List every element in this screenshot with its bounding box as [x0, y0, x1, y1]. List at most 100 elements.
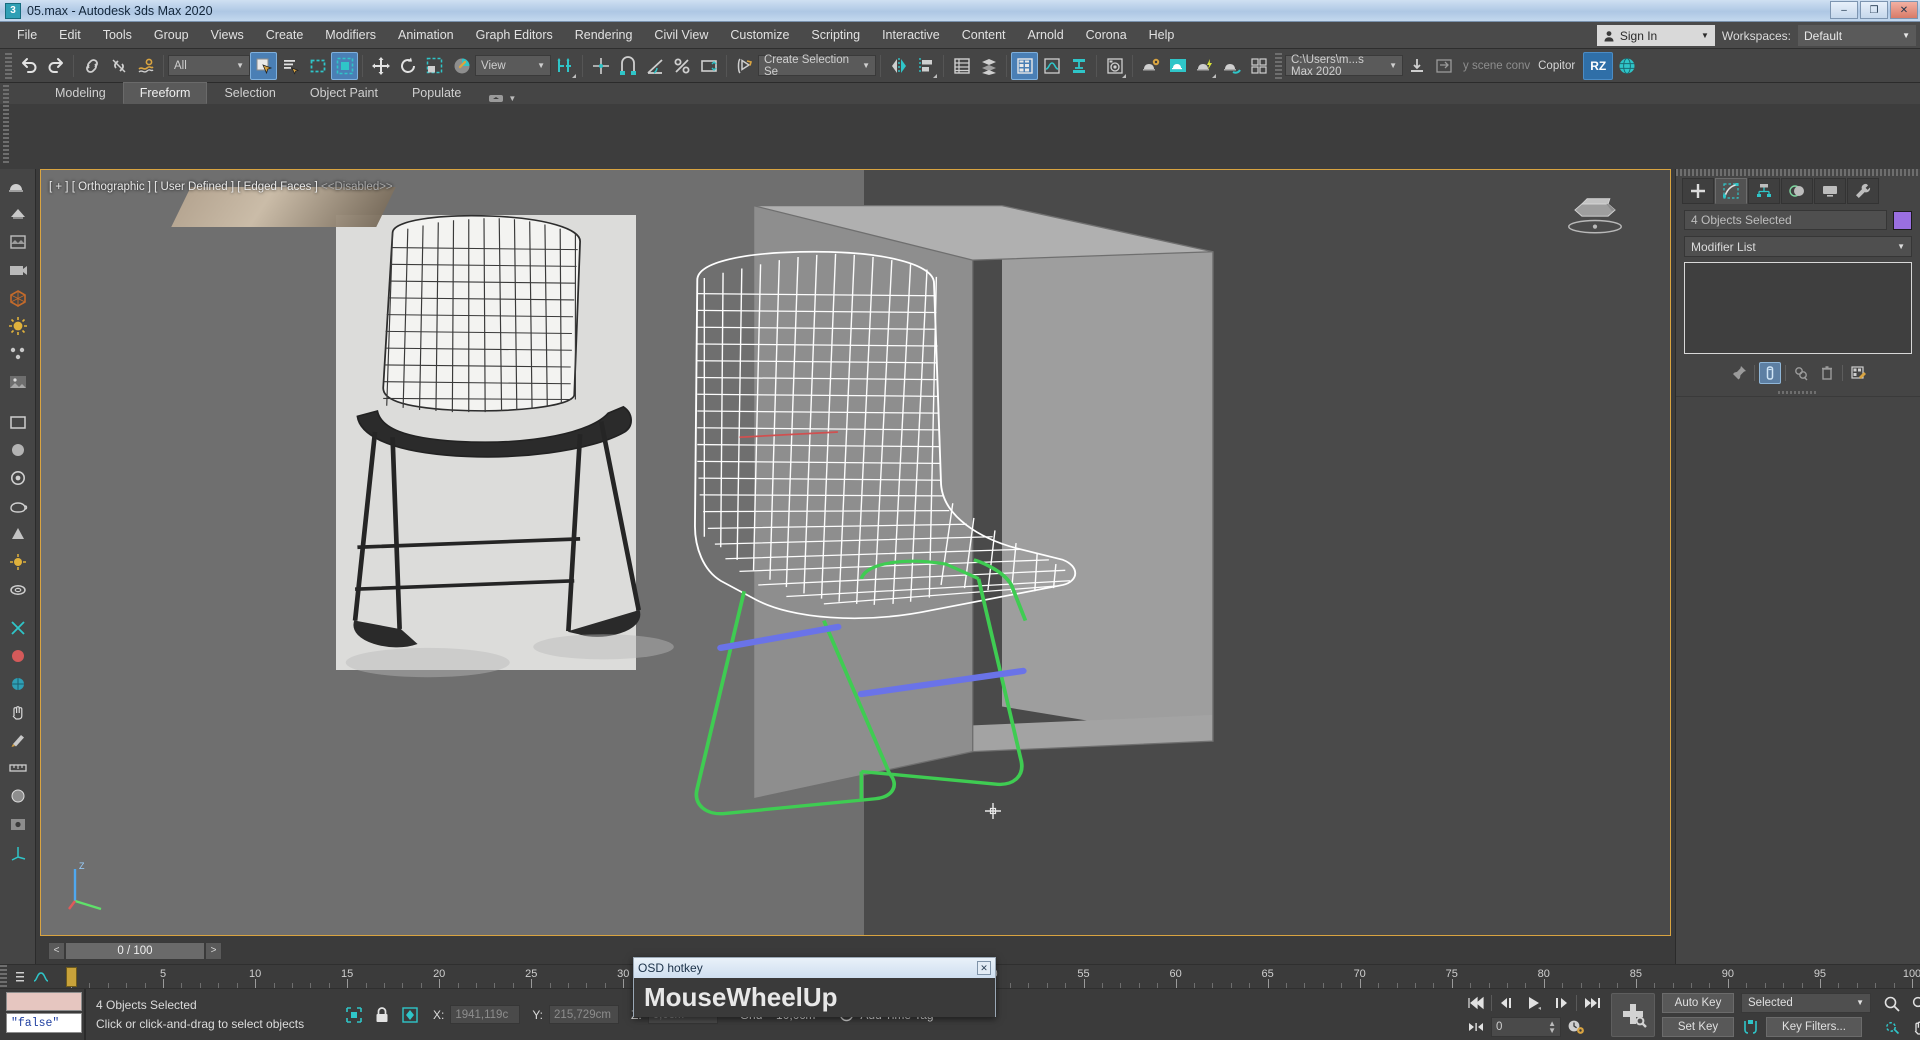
- next-frame-arrow[interactable]: >: [205, 941, 222, 960]
- configure-modifier-sets-icon[interactable]: [1847, 362, 1869, 384]
- menu-item-modifiers[interactable]: Modifiers: [314, 24, 387, 46]
- osd-close-icon[interactable]: ✕: [977, 961, 991, 975]
- maximize-button[interactable]: ❐: [1860, 1, 1888, 19]
- unlink-selection-icon[interactable]: [105, 52, 132, 80]
- redo-icon[interactable]: [42, 52, 69, 80]
- menu-item-tools[interactable]: Tools: [92, 24, 143, 46]
- teapot-primitive-icon[interactable]: [4, 493, 32, 519]
- cylinder-primitive-icon[interactable]: [4, 465, 32, 491]
- curve-icon[interactable]: [33, 970, 49, 984]
- go-to-start-icon[interactable]: [1464, 992, 1488, 1013]
- create-tab[interactable]: [1682, 178, 1714, 204]
- absolute-relative-transform-icon[interactable]: [399, 1004, 421, 1026]
- ribbon-minimize-icon[interactable]: ▼: [478, 92, 526, 104]
- toolbar-grip-right[interactable]: [1275, 52, 1282, 79]
- settings-tool-icon[interactable]: [4, 811, 32, 837]
- menu-item-file[interactable]: File: [6, 24, 48, 46]
- menu-item-civil-view[interactable]: Civil View: [643, 24, 719, 46]
- frame-slider[interactable]: < 0 / 100 >: [48, 941, 222, 960]
- listener-output[interactable]: "false": [6, 1013, 82, 1033]
- axis-tripod-icon[interactable]: [4, 839, 32, 865]
- zoom-all-icon[interactable]: [1906, 992, 1920, 1015]
- x-field[interactable]: 1941,119c: [450, 1005, 521, 1024]
- previous-frame-arrow[interactable]: <: [48, 941, 65, 960]
- isolate-selection-icon[interactable]: [343, 1004, 365, 1026]
- corona-material-icon[interactable]: [4, 229, 32, 255]
- coord-system-select[interactable]: View ▼: [475, 55, 551, 76]
- perspective-viewport[interactable]: Z [ + ] [ Orthographic ] [ User Defined …: [40, 169, 1671, 936]
- remove-modifier-icon[interactable]: [1816, 362, 1838, 384]
- pin-stack-icon[interactable]: [1728, 362, 1750, 384]
- close-button[interactable]: ✕: [1890, 1, 1918, 19]
- snaps-toggle-icon[interactable]: [614, 52, 641, 80]
- quad-render-icon[interactable]: [1245, 52, 1272, 80]
- toggle-scene-explorer-icon[interactable]: [1011, 51, 1038, 80]
- display-tab[interactable]: [1814, 178, 1846, 204]
- minimize-button[interactable]: –: [1830, 1, 1858, 19]
- project-folder-select[interactable]: C:\Users\m...s Max 2020 ▼: [1285, 54, 1403, 78]
- select-and-move-icon[interactable]: [367, 52, 394, 80]
- select-object-icon[interactable]: [250, 51, 277, 80]
- show-end-result-icon[interactable]: [1758, 362, 1781, 384]
- paint-tool-icon[interactable]: [4, 727, 32, 753]
- spinner-snap-icon[interactable]: [695, 52, 722, 80]
- command-panel-grip[interactable]: [1676, 169, 1920, 176]
- select-and-scale-icon[interactable]: [421, 52, 448, 80]
- menu-item-group[interactable]: Group: [143, 24, 200, 46]
- next-frame-icon[interactable]: [1549, 992, 1573, 1013]
- open-file-icon[interactable]: [1403, 52, 1430, 80]
- schematic-view-icon[interactable]: [1065, 52, 1092, 80]
- rendered-frame-window-icon[interactable]: [1164, 52, 1191, 80]
- rizom-uv-button[interactable]: RZ: [1583, 51, 1614, 80]
- torus-icon[interactable]: [4, 577, 32, 603]
- key-filters-button[interactable]: Key Filters...: [1766, 1017, 1862, 1038]
- previous-frame-icon[interactable]: [1495, 992, 1519, 1013]
- light-icon[interactable]: [4, 549, 32, 575]
- sign-in-button[interactable]: Sign In ▼: [1596, 25, 1715, 46]
- modifier-list-select[interactable]: Modifier List ▼: [1684, 236, 1912, 257]
- listener-input-pink[interactable]: [6, 992, 82, 1011]
- menu-item-interactive[interactable]: Interactive: [871, 24, 951, 46]
- selection-lock-icon[interactable]: [371, 1004, 393, 1026]
- box-primitive-icon[interactable]: [4, 409, 32, 435]
- window-crossing-toggle-icon[interactable]: [331, 51, 358, 80]
- cone-primitive-icon[interactable]: [4, 521, 32, 547]
- osd-hotkey-window[interactable]: OSD hotkey ✕ MouseWheelUp: [633, 957, 996, 1017]
- ribbon-tab-modeling[interactable]: Modeling: [38, 82, 123, 104]
- frame-spinner[interactable]: ▲ ▼: [1548, 1020, 1556, 1035]
- track-bar-grip[interactable]: [0, 965, 7, 988]
- named-selection-set-input[interactable]: Create Selection Se ▼: [758, 54, 876, 78]
- play-animation-icon[interactable]: [1522, 992, 1546, 1013]
- menu-item-arnold[interactable]: Arnold: [1017, 24, 1075, 46]
- maxscript-mini-listener[interactable]: "false": [0, 989, 84, 1040]
- corona-scatter-icon[interactable]: [4, 341, 32, 367]
- ribbon-tab-selection[interactable]: Selection: [207, 82, 292, 104]
- field-of-view-icon[interactable]: [1878, 1015, 1906, 1038]
- frame-display[interactable]: 0 / 100: [65, 941, 205, 960]
- command-panel-splitter[interactable]: [1676, 388, 1920, 396]
- globe-nav-icon[interactable]: [4, 783, 32, 809]
- render-production-icon[interactable]: [1191, 52, 1218, 80]
- layer-explorer-icon[interactable]: [948, 52, 975, 80]
- snap-tool-icon[interactable]: [4, 615, 32, 641]
- curve-editor-icon[interactable]: [1038, 52, 1065, 80]
- material-ball-icon[interactable]: [4, 643, 32, 669]
- align-icon[interactable]: [912, 52, 939, 80]
- select-by-name-icon[interactable]: [277, 52, 304, 80]
- workspace-select[interactable]: Default ▼: [1798, 25, 1916, 46]
- sphere-primitive-icon[interactable]: [4, 437, 32, 463]
- object-color-swatch[interactable]: [1893, 210, 1912, 230]
- edit-named-selection-sets-icon[interactable]: [731, 52, 758, 80]
- set-key-big-button[interactable]: [1611, 993, 1655, 1037]
- render-setup-icon[interactable]: [1137, 52, 1164, 80]
- percent-snap-icon[interactable]: [668, 52, 695, 80]
- menu-item-graph-editors[interactable]: Graph Editors: [465, 24, 564, 46]
- select-region-rectangle-icon[interactable]: [304, 52, 331, 80]
- corona-camera-icon[interactable]: [4, 257, 32, 283]
- measure-icon[interactable]: [4, 755, 32, 781]
- set-key-toggle-icon[interactable]: [1741, 1018, 1761, 1036]
- modifier-stack-list[interactable]: [1684, 262, 1912, 354]
- toolbar-grip[interactable]: [5, 52, 12, 79]
- menu-item-views[interactable]: Views: [200, 24, 255, 46]
- mirror-icon[interactable]: [885, 52, 912, 80]
